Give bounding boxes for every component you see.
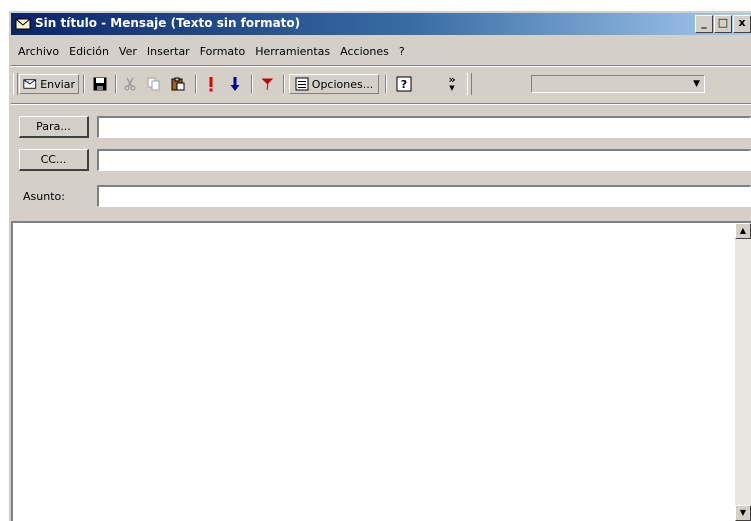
paste-button[interactable] [167, 74, 189, 94]
cc-input[interactable] [99, 151, 750, 170]
to-field[interactable] [97, 116, 751, 138]
copy-icon [147, 77, 160, 91]
importance-low-button[interactable] [225, 74, 245, 94]
title-bar[interactable]: Sin título - Mensaje (Texto sin formato)… [11, 13, 751, 35]
toolbar-separator [83, 75, 85, 93]
menu-herramientas[interactable]: Herramientas [250, 45, 335, 58]
envelope-icon [15, 18, 31, 30]
standard-toolbar: Enviar Opciones... ? » ▼ ▼ [11, 71, 751, 97]
toolbar-separator [251, 75, 253, 93]
scroll-down-button[interactable]: ▼ [735, 505, 751, 521]
message-window: Sin título - Mensaje (Texto sin formato)… [8, 10, 751, 521]
message-body-input[interactable] [13, 223, 735, 521]
toolbar-separator [283, 75, 285, 93]
overflow-down-icon: ▼ [449, 84, 455, 92]
importance-low-icon [230, 77, 240, 91]
minimize-button[interactable]: _ [695, 15, 713, 33]
cut-button[interactable] [119, 74, 141, 94]
menu-insertar[interactable]: Insertar [142, 45, 195, 58]
toolbar-grip[interactable] [467, 73, 472, 95]
toolbar-combo[interactable]: ▼ [531, 75, 705, 93]
importance-high-button[interactable] [201, 74, 221, 94]
flag-button[interactable] [257, 74, 277, 94]
svg-text:?: ? [401, 78, 407, 91]
options-label: Opciones... [311, 77, 374, 91]
scroll-up-button[interactable]: ▲ [735, 223, 751, 239]
save-button[interactable] [89, 74, 111, 94]
subject-input[interactable] [99, 187, 750, 206]
menu-edicion[interactable]: Edición [64, 45, 114, 58]
menu-bar: Archivo Edición Ver Insertar Formato Her… [13, 41, 410, 61]
cc-field[interactable] [97, 149, 751, 171]
copy-button[interactable] [143, 74, 165, 94]
toolbar-overflow-button[interactable]: » ▼ [445, 74, 459, 94]
cut-icon [124, 77, 136, 91]
help-icon: ? [396, 76, 412, 92]
vertical-scrollbar[interactable]: ▲ ▼ [735, 223, 751, 521]
send-button[interactable]: Enviar [19, 74, 79, 94]
menu-help[interactable]: ? [394, 45, 410, 58]
toolbar-separator-line [11, 103, 751, 105]
overflow-chevron-icon: » [448, 73, 456, 86]
menu-separator [11, 65, 751, 67]
menu-acciones[interactable]: Acciones [335, 45, 394, 58]
to-button[interactable]: Para... [19, 116, 89, 138]
menu-formato[interactable]: Formato [195, 45, 251, 58]
help-button[interactable]: ? [393, 74, 415, 94]
options-icon [295, 77, 309, 91]
toolbar-separator [115, 75, 117, 93]
toolbar-separator [385, 75, 387, 93]
close-button[interactable]: x [733, 15, 751, 33]
importance-high-icon [209, 77, 213, 92]
message-body[interactable]: ▲ ▼ [11, 221, 751, 521]
send-label: Enviar [40, 77, 75, 91]
toolbar-separator [195, 75, 197, 93]
send-icon [23, 79, 37, 89]
menu-archivo[interactable]: Archivo [13, 45, 64, 58]
subject-field[interactable] [97, 185, 751, 207]
flag-icon [262, 78, 274, 91]
window-title: Sin título - Mensaje (Texto sin formato) [35, 16, 301, 30]
chevron-down-icon: ▼ [693, 79, 700, 89]
to-input[interactable] [99, 118, 750, 137]
menu-ver[interactable]: Ver [114, 45, 142, 58]
options-button[interactable]: Opciones... [289, 74, 379, 94]
cc-button[interactable]: CC... [19, 149, 89, 171]
subject-label: Asunto: [23, 190, 65, 203]
maximize-button[interactable]: □ [714, 15, 732, 33]
paste-icon [171, 77, 185, 91]
toolbar-grip[interactable] [13, 73, 18, 95]
save-icon [93, 77, 107, 91]
